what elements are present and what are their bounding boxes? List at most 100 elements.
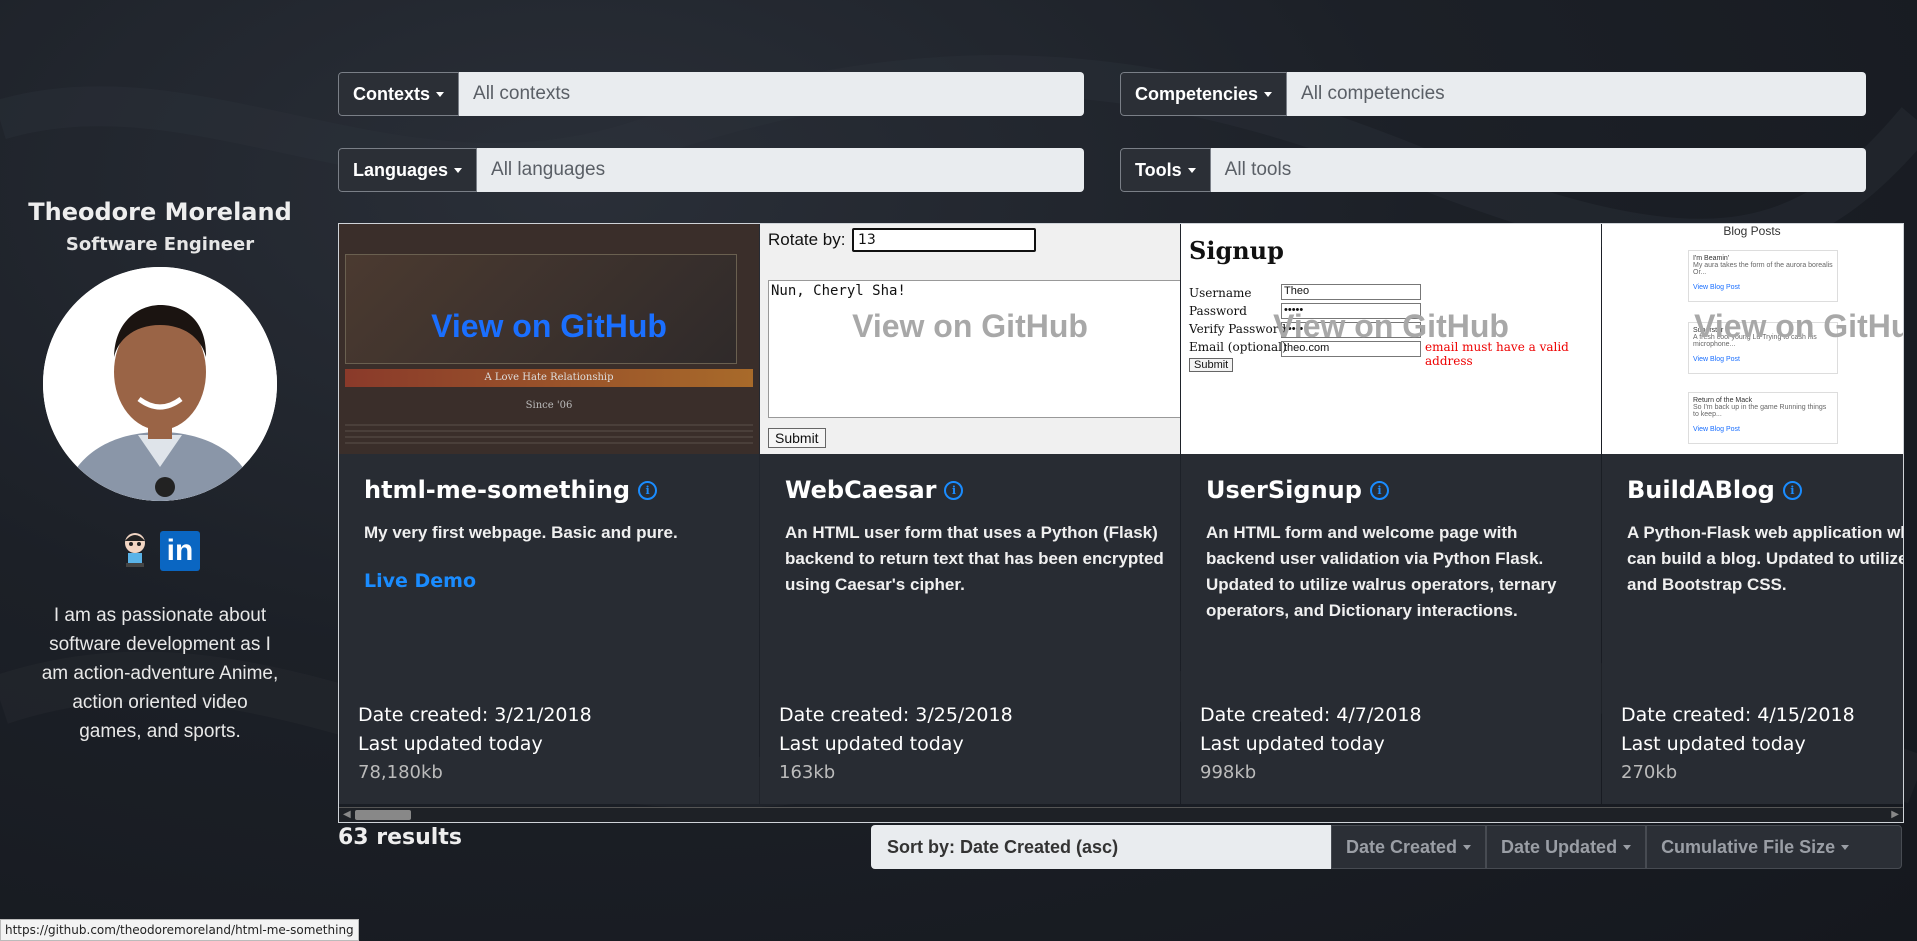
sort-date-updated-button[interactable]: Date Updated <box>1486 825 1647 869</box>
project-thumbnail[interactable]: Blog Posts I'm Beamin' My aura takes the… <box>1602 224 1903 454</box>
languages-label: Languages <box>353 159 449 180</box>
blog-post-link: View Blog Post <box>1693 284 1740 291</box>
blog-post-title: Return of the Mack <box>1693 397 1753 404</box>
project-thumbnail[interactable]: A Love Hate Relationship Since '06 View … <box>339 224 759 454</box>
rotate-input: 13 <box>852 228 1036 252</box>
caret-down-icon <box>1841 844 1850 850</box>
sort-button-label: Cumulative File Size <box>1661 836 1836 857</box>
project-thumbnail[interactable]: Rotate by: 13 Nun, Cheryl Sha! Submit Vi… <box>760 224 1180 454</box>
view-on-github-overlay[interactable]: View on GitHub <box>339 308 759 345</box>
last-updated: Last updated today <box>1621 733 1806 755</box>
competencies-dropdown-button[interactable]: Competencies <box>1120 72 1288 116</box>
contexts-filter: Contexts All contexts <box>338 72 1084 116</box>
competencies-label: Competencies <box>1135 83 1259 104</box>
username-field: Theo <box>1281 284 1421 300</box>
project-title: WebCaesar i <box>785 476 964 504</box>
thumb-caption: Since '06 <box>525 400 573 411</box>
profile-bio: I am as passionate about software develo… <box>41 605 279 742</box>
blog-heading: Blog Posts <box>1723 224 1781 238</box>
file-size: 163kb <box>779 762 836 783</box>
competencies-input[interactable]: All competencies <box>1287 72 1866 116</box>
rotate-label: Rotate by: <box>768 230 846 249</box>
project-card: Blog Posts I'm Beamin' My aura takes the… <box>1602 224 1904 804</box>
sort-date-created-button[interactable]: Date Created <box>1331 825 1487 869</box>
view-on-github-overlay[interactable]: View on GitHub <box>1181 308 1601 345</box>
cipher-text: Nun, Cheryl Sha! <box>771 283 906 299</box>
languages-input[interactable]: All languages <box>477 148 1084 192</box>
languages-dropdown-button[interactable]: Languages <box>338 148 478 192</box>
sort-bar: Sort by: Date Created (asc) Date Created… <box>871 825 1902 869</box>
project-description: A Python-Flask web application where a u… <box>1627 523 1904 594</box>
results-count: 63 results <box>338 825 462 850</box>
blog-post-link: View Blog Post <box>1693 356 1740 363</box>
contexts-label: Contexts <box>353 83 431 104</box>
avatar <box>43 267 277 501</box>
username-label: Username <box>1189 286 1252 300</box>
blog-post-link: View Blog Post <box>1693 426 1740 433</box>
date-created: Date created: 3/25/2018 <box>779 704 1013 726</box>
browser-status-url: https://github.com/theodoremoreland/html… <box>0 919 359 941</box>
project-title-text: UserSignup <box>1206 476 1362 504</box>
file-size: 270kb <box>1621 762 1678 783</box>
horizontal-scrollbar[interactable]: ◀ ▶ <box>339 807 1903 822</box>
info-icon[interactable]: i <box>638 480 658 500</box>
scroll-right-icon[interactable]: ▶ <box>1891 809 1899 820</box>
project-card: Signup Username Password Verify Password… <box>1181 224 1601 804</box>
live-demo-link[interactable]: Live Demo <box>364 570 476 592</box>
sort-label: Sort by: Date Created (asc) <box>871 825 1331 869</box>
github-octocat-icon[interactable] <box>120 531 150 567</box>
caret-down-icon <box>454 167 463 173</box>
tools-label: Tools <box>1135 159 1182 180</box>
profile-role: Software Engineer <box>65 234 255 255</box>
blog-post-body: My aura takes the form of the aurora bor… <box>1693 262 1833 276</box>
languages-filter: Languages All languages <box>338 148 1084 192</box>
profile-sidebar: Theodore Moreland Software Engineer in I… <box>0 190 320 746</box>
file-size: 78,180kb <box>358 762 443 783</box>
project-description: My very first webpage. Basic and pure. <box>364 523 678 542</box>
social-links: in <box>0 531 320 571</box>
project-cards-scroller[interactable]: A Love Hate Relationship Since '06 View … <box>338 223 1904 823</box>
caret-down-icon <box>1623 844 1632 850</box>
blog-post-body: So I'm back up in the game Running thing… <box>1693 404 1827 418</box>
project-card: Rotate by: 13 Nun, Cheryl Sha! Submit Vi… <box>760 224 1180 804</box>
last-updated: Last updated today <box>358 733 543 755</box>
date-created: Date created: 3/21/2018 <box>358 704 592 726</box>
tools-input[interactable]: All tools <box>1210 148 1866 192</box>
project-title: BuildABlog i <box>1627 476 1802 504</box>
sort-button-label: Date Created <box>1346 836 1458 857</box>
blog-post-title: I'm Beamin' <box>1693 255 1730 262</box>
project-title: UserSignup i <box>1206 476 1389 504</box>
view-on-github-overlay[interactable]: View on GitHub <box>1602 308 1903 345</box>
tools-dropdown-button[interactable]: Tools <box>1120 148 1211 192</box>
last-updated: Last updated today <box>1200 733 1385 755</box>
project-thumbnail[interactable]: Signup Username Password Verify Password… <box>1181 224 1601 454</box>
scrollbar-thumb[interactable] <box>355 810 411 820</box>
date-created: Date created: 4/7/2018 <box>1200 704 1422 726</box>
project-title-text: BuildABlog <box>1627 476 1775 504</box>
tools-filter: Tools All tools <box>1120 148 1866 192</box>
signup-submit: Submit <box>1189 358 1234 372</box>
caret-down-icon <box>1187 167 1196 173</box>
signup-heading: Signup <box>1189 236 1284 265</box>
date-created: Date created: 4/15/2018 <box>1621 704 1855 726</box>
info-icon[interactable]: i <box>1369 480 1389 500</box>
scroll-left-icon[interactable]: ◀ <box>343 809 351 820</box>
last-updated: Last updated today <box>779 733 964 755</box>
project-title-text: WebCaesar <box>785 476 937 504</box>
info-icon[interactable]: i <box>944 480 964 500</box>
project-title: html-me-something i <box>364 476 658 504</box>
thumb-caption: A Love Hate Relationship <box>484 372 614 383</box>
sort-file-size-button[interactable]: Cumulative File Size <box>1646 825 1902 869</box>
contexts-dropdown-button[interactable]: Contexts <box>338 72 460 116</box>
caret-down-icon <box>436 91 445 97</box>
view-on-github-overlay[interactable]: View on GitHub <box>760 308 1180 345</box>
competencies-filter: Competencies All competencies <box>1120 72 1866 116</box>
caret-down-icon <box>1463 844 1472 850</box>
caret-down-icon <box>1264 91 1273 97</box>
project-description: An HTML user form that uses a Python (Fl… <box>785 523 1164 594</box>
submit-button: Submit <box>768 428 826 448</box>
info-icon[interactable]: i <box>1782 480 1802 500</box>
contexts-input[interactable]: All contexts <box>459 72 1084 116</box>
sort-button-label: Date Updated <box>1501 836 1618 857</box>
linkedin-icon[interactable]: in <box>160 531 200 571</box>
